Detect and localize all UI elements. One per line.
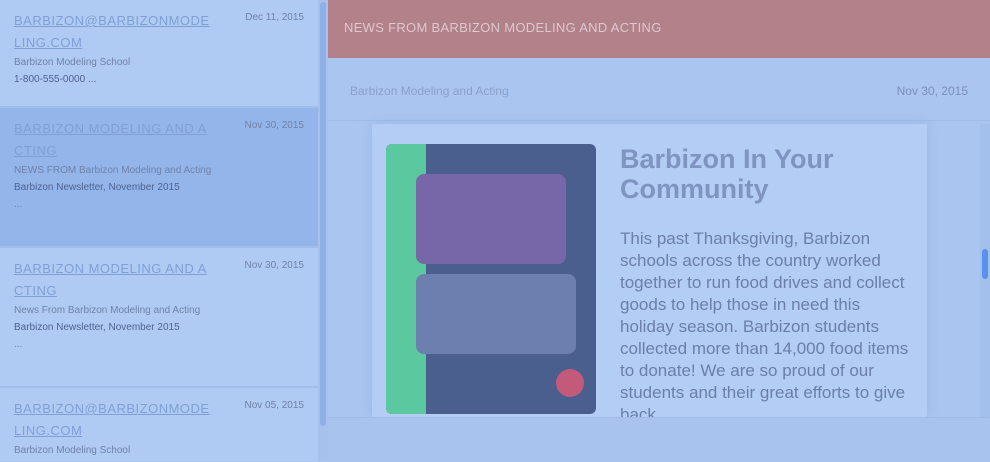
message-line: Barbizon Newsletter, November 2015 [14,322,180,333]
message-date: Nov 30, 2015 [244,120,305,131]
message-sender-link[interactable]: BARBIZON MODELING AND ACTING [14,118,214,162]
list-item[interactable]: BARBIZON@BARBIZONMODELING.COM Nov 05, 20… [0,388,318,461]
list-item-selected[interactable]: BARBIZON MODELING AND ACTING Nov 30, 201… [0,108,318,248]
message-date: Nov 05, 2015 [244,400,305,411]
message-sender-link[interactable]: BARBIZON MODELING AND ACTING [14,258,214,302]
article-image [386,144,596,414]
inbox-scroll-thumb[interactable] [320,2,326,426]
image-shape [556,369,584,397]
list-item[interactable]: BARBIZON@BARBIZONMODELING.COM Dec 11, 20… [0,0,318,108]
reader-footer [328,417,990,462]
message-line: ... [14,199,23,210]
message-sender-link[interactable]: BARBIZON@BARBIZONMODELING.COM [14,10,214,54]
message-date: Nov 30, 2015 [896,84,968,98]
message-line: 1-800-555-0000 ... [14,74,97,85]
banner-title: NEWS FROM BARBIZON MODELING AND ACTING [344,20,662,35]
message-body: Barbizon In Your Community This past Tha… [372,124,927,424]
message-from: Barbizon Modeling and Acting [350,84,509,98]
newsletter-banner: NEWS FROM BARBIZON MODELING AND ACTING [328,0,990,58]
inbox-list: BARBIZON@BARBIZONMODELING.COM Dec 11, 20… [0,0,318,461]
message-line: ... [14,339,23,350]
message-reader: NEWS FROM BARBIZON MODELING AND ACTING B… [328,0,990,462]
message-date: Dec 11, 2015 [245,12,304,23]
article: Barbizon In Your Community This past Tha… [620,144,910,426]
message-meta: Barbizon Modeling and Acting Nov 30, 201… [328,62,990,121]
reader-scrollbar[interactable] [980,124,990,417]
inbox-scrollbar[interactable] [318,0,328,461]
message-line: Barbizon Modeling School [14,445,131,456]
list-item[interactable]: BARBIZON MODELING AND ACTING Nov 30, 201… [0,248,318,388]
message-line: News From Barbizon Modeling and Acting [14,305,201,316]
message-line: NEWS FROM Barbizon Modeling and Acting [14,165,212,176]
article-title: Barbizon In Your Community [620,144,834,204]
image-shape [416,274,576,354]
message-line: Barbizon Modeling School [14,57,131,68]
reader-scroll-thumb[interactable] [982,249,988,279]
article-text: This past Thanksgiving, Barbizon schools… [620,229,909,424]
message-line: Barbizon Newsletter, November 2015 [14,182,180,193]
message-date: Nov 30, 2015 [244,260,305,271]
image-shape [416,174,566,264]
message-sender-link[interactable]: BARBIZON@BARBIZONMODELING.COM [14,398,214,442]
